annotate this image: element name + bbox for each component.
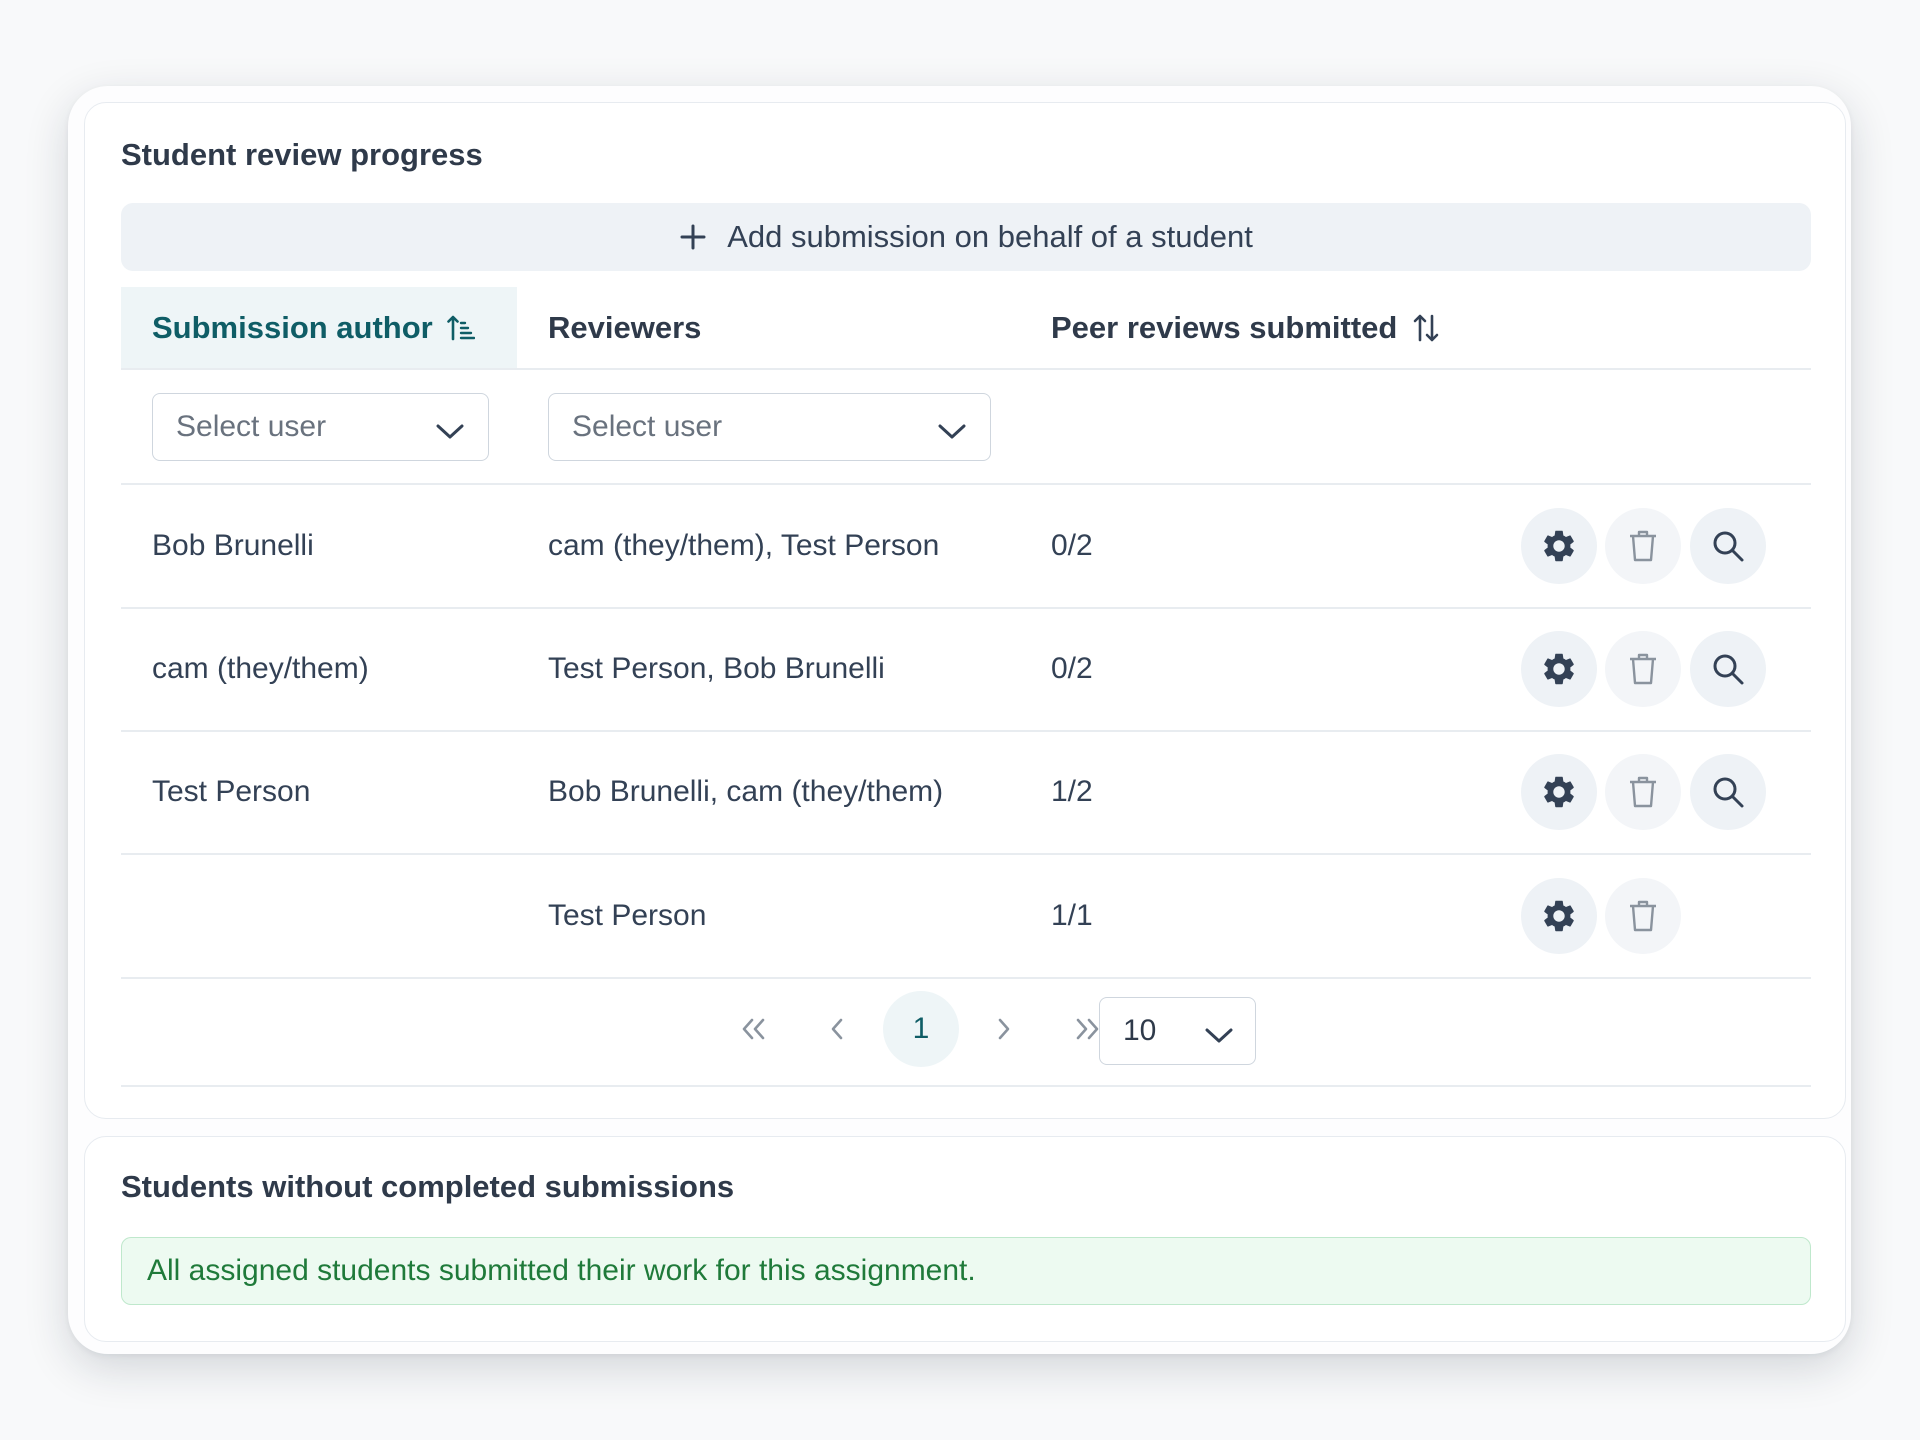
divider — [121, 730, 1811, 732]
page-size-value: 10 — [1123, 1014, 1157, 1047]
search-icon — [1713, 777, 1744, 808]
chevrons-right-icon — [1076, 1018, 1099, 1040]
search-icon — [1713, 531, 1744, 562]
row-author: Test Person — [152, 775, 311, 808]
column-header-reviewers-label: Reviewers — [548, 310, 702, 345]
row-peer-reviews: 0/2 — [1051, 652, 1093, 685]
delete-button[interactable] — [1605, 631, 1681, 707]
chevrons-left-icon — [742, 1018, 765, 1040]
reviewers-filter-select[interactable]: Select user — [548, 393, 991, 461]
divider — [121, 853, 1811, 855]
view-button[interactable] — [1690, 754, 1766, 830]
previous-page-button[interactable] — [799, 991, 875, 1067]
gear-icon — [1544, 530, 1574, 562]
column-header-peer-reviews[interactable]: Peer reviews submitted — [1051, 287, 1441, 369]
page-size-select[interactable]: 10 — [1099, 997, 1256, 1065]
column-header-author[interactable]: Submission author — [121, 287, 517, 369]
sort-icon — [1411, 312, 1441, 344]
chevron-down-icon — [1205, 1020, 1233, 1054]
gear-icon — [1544, 900, 1574, 932]
row-author: cam (they/them) — [152, 652, 369, 685]
divider — [121, 483, 1811, 485]
review-progress-title: Student review progress — [121, 137, 483, 172]
divider — [121, 1085, 1811, 1087]
reviewers-filter-placeholder: Select user — [572, 410, 723, 443]
divider — [121, 368, 1811, 370]
first-page-button[interactable] — [716, 991, 792, 1067]
search-icon — [1713, 654, 1744, 685]
row-reviewers: Test Person — [548, 899, 707, 932]
author-filter-placeholder: Select user — [176, 410, 327, 443]
author-filter-select[interactable]: Select user — [152, 393, 489, 461]
chevron-down-icon — [436, 416, 464, 450]
without-submissions-title: Students without completed submissions — [121, 1169, 735, 1204]
settings-button[interactable] — [1521, 754, 1597, 830]
delete-button[interactable] — [1605, 508, 1681, 584]
trash-icon — [1630, 776, 1656, 808]
delete-button[interactable] — [1605, 754, 1681, 830]
row-reviewers: cam (they/them), Test Person — [548, 529, 940, 562]
add-submission-button[interactable]: Add submission on behalf of a student — [121, 203, 1811, 271]
page-1-button[interactable]: 1 — [883, 991, 959, 1067]
success-notice: All assigned students submitted their wo… — [121, 1237, 1811, 1305]
without-submissions-card: Students without completed submissions A… — [84, 1136, 1846, 1342]
view-button[interactable] — [1690, 508, 1766, 584]
plus-icon — [679, 223, 707, 251]
chevron-down-icon — [938, 416, 966, 450]
column-header-reviewers: Reviewers — [548, 287, 701, 369]
gear-icon — [1544, 653, 1574, 685]
row-peer-reviews: 0/2 — [1051, 529, 1093, 562]
row-reviewers: Bob Brunelli, cam (they/them) — [548, 775, 944, 808]
trash-icon — [1630, 900, 1656, 932]
chevron-right-icon — [998, 1018, 1010, 1040]
column-header-author-label: Submission author — [152, 310, 433, 345]
trash-icon — [1630, 530, 1656, 562]
row-peer-reviews: 1/1 — [1051, 899, 1093, 932]
divider — [121, 977, 1811, 979]
row-peer-reviews: 1/2 — [1051, 775, 1093, 808]
trash-icon — [1630, 653, 1656, 685]
gear-icon — [1544, 776, 1574, 808]
row-reviewers: Test Person, Bob Brunelli — [548, 652, 885, 685]
next-page-button[interactable] — [966, 991, 1042, 1067]
delete-button[interactable] — [1605, 878, 1681, 954]
row-author: Bob Brunelli — [152, 529, 314, 562]
settings-button[interactable] — [1521, 878, 1597, 954]
divider — [121, 607, 1811, 609]
chevron-left-icon — [831, 1018, 843, 1040]
settings-button[interactable] — [1521, 631, 1597, 707]
add-submission-label: Add submission on behalf of a student — [727, 219, 1253, 254]
column-header-peer-reviews-label: Peer reviews submitted — [1051, 310, 1398, 345]
review-progress-card: Student review progress Add submission o… — [84, 102, 1846, 1119]
current-page-label: 1 — [912, 1012, 930, 1045]
sort-ascending-icon — [446, 313, 475, 343]
settings-button[interactable] — [1521, 508, 1597, 584]
view-button[interactable] — [1690, 631, 1766, 707]
